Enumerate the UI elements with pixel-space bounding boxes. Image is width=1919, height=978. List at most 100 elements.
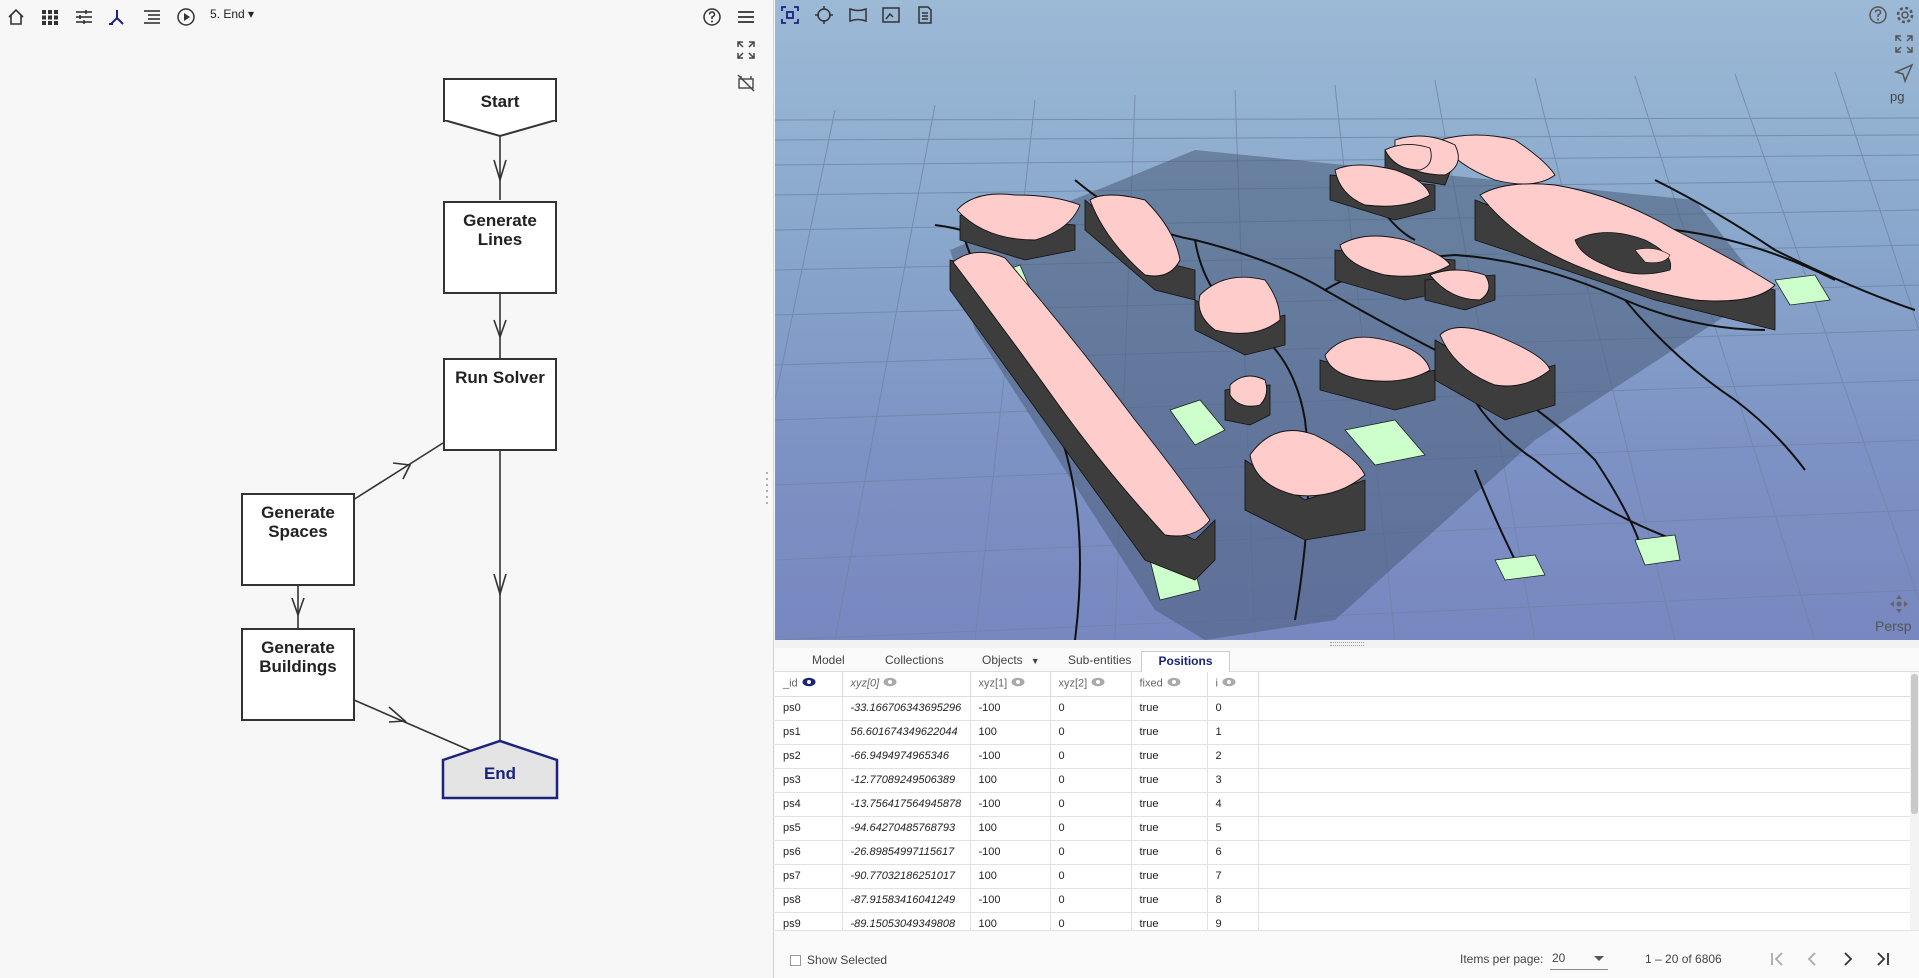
items-per-page-select[interactable]: 20 — [1550, 948, 1608, 970]
node-generate-lines[interactable]: Generate Lines — [443, 201, 557, 294]
navigate-icon[interactable] — [1892, 61, 1916, 85]
table-cell-fixed: true — [1131, 840, 1208, 865]
view-plane-icon[interactable] — [846, 3, 870, 27]
attribute-tabs: Model Collections Objects ▼ Sub-entities … — [775, 648, 1919, 672]
show-selected-label: Show Selected — [807, 953, 888, 967]
document-icon[interactable] — [913, 3, 937, 27]
node-start[interactable]: Start — [443, 78, 557, 122]
table-cell-xyz2: 0 — [1050, 816, 1132, 841]
eye-icon[interactable] — [1011, 677, 1025, 690]
column-header-fixed[interactable]: fixed — [1131, 672, 1208, 697]
column-header-i-label: i — [1215, 677, 1218, 690]
eye-icon[interactable] — [1222, 677, 1236, 690]
table-cell-spacer — [1258, 888, 1919, 913]
table-row[interactable]: ps8 -87.91583416041249 -100 0 true 8 — [775, 888, 1919, 913]
table-cell-id: ps7 — [775, 864, 843, 889]
table-cell-i: 3 — [1207, 768, 1259, 793]
screenshot-icon[interactable] — [879, 3, 903, 27]
node-run-solver[interactable]: Run Solver — [443, 358, 557, 451]
table-row[interactable]: ps1 56.601674349622044 100 0 true 1 — [775, 720, 1919, 745]
node-generate-spaces[interactable]: Generate Spaces — [241, 493, 355, 586]
tab-positions[interactable]: Positions — [1141, 651, 1230, 672]
table-row[interactable]: ps0 -33.166706343695296 -100 0 true 0 — [775, 696, 1919, 721]
column-header-xyz2[interactable]: xyz[2] — [1050, 672, 1132, 697]
table-row[interactable]: ps9 -89.15053049349808 100 0 true 9 — [775, 912, 1919, 930]
table-cell-id: ps0 — [775, 696, 843, 721]
table-cell-xyz2: 0 — [1050, 720, 1132, 745]
eye-icon[interactable] — [883, 677, 897, 690]
help-icon[interactable] — [1866, 3, 1890, 27]
column-header-xyz1-label: xyz[1] — [978, 677, 1008, 690]
tab-sub-entities[interactable]: Sub-entities — [1062, 651, 1137, 672]
eye-icon[interactable] — [1167, 677, 1181, 690]
crosshair-icon[interactable] — [812, 3, 836, 27]
table-row[interactable]: ps3 -12.77089249506389 100 0 true 3 — [775, 768, 1919, 793]
table-header-row: _id xyz[0] xyz[1] xyz[2] fixed i — [775, 672, 1919, 697]
first-page-icon — [1771, 952, 1783, 966]
table-cell-id: ps6 — [775, 840, 843, 865]
table-cell-xyz0: 56.601674349622044 — [842, 720, 971, 745]
column-header-xyz0[interactable]: xyz[0] — [842, 672, 971, 697]
checkbox-box[interactable] — [790, 954, 801, 966]
perspective-toggle[interactable]: Persp — [1875, 618, 1912, 634]
horizontal-resize-handle[interactable] — [1330, 642, 1364, 646]
table-cell-xyz2: 0 — [1050, 696, 1132, 721]
table-cell-xyz1: 100 — [970, 768, 1051, 793]
last-page-button[interactable] — [1867, 944, 1897, 974]
panel-resize-handle[interactable] — [764, 470, 770, 510]
table-row[interactable]: ps5 -94.64270485768793 100 0 true 5 — [775, 816, 1919, 841]
table-cell-xyz0: -26.89854997115617 — [842, 840, 971, 865]
pan-icon[interactable] — [1887, 592, 1911, 616]
table-cell-xyz1: -100 — [970, 840, 1051, 865]
next-page-button[interactable] — [1833, 944, 1863, 974]
chevron-left-icon — [1807, 952, 1816, 966]
positions-table: _id xyz[0] xyz[1] xyz[2] fixed i ps0 -33.… — [775, 672, 1919, 930]
table-cell-xyz2: 0 — [1050, 792, 1132, 817]
column-header-id[interactable]: _id — [775, 672, 843, 697]
table-scrollbar-thumb[interactable] — [1911, 674, 1918, 814]
zoom-fit-icon[interactable] — [778, 3, 802, 27]
table-cell-i: 8 — [1207, 888, 1259, 913]
table-cell-spacer — [1258, 840, 1919, 865]
table-cell-spacer — [1258, 912, 1919, 930]
table-cell-xyz1: -100 — [970, 744, 1051, 769]
fullscreen-icon[interactable] — [1892, 32, 1916, 56]
items-per-page-value: 20 — [1552, 951, 1566, 965]
column-header-xyz1[interactable]: xyz[1] — [970, 672, 1051, 697]
first-page-button[interactable] — [1763, 944, 1793, 974]
table-cell-xyz2: 0 — [1050, 864, 1132, 889]
table-cell-fixed: true — [1131, 696, 1208, 721]
node-generate-buildings[interactable]: Generate Buildings — [241, 628, 355, 721]
eye-icon[interactable] — [1091, 677, 1105, 690]
flowchart-connectors — [291, 135, 507, 754]
table-cell-id: ps8 — [775, 888, 843, 913]
chevron-down-icon — [1594, 956, 1604, 961]
table-cell-id: ps4 — [775, 792, 843, 817]
tab-model[interactable]: Model — [806, 651, 851, 672]
tab-model-label: Model — [812, 653, 845, 667]
previous-page-button[interactable] — [1797, 944, 1827, 974]
table-cell-xyz0: -90.77032186251017 — [842, 864, 971, 889]
pg-label: pg — [1890, 89, 1905, 104]
table-row[interactable]: ps2 -66.9494974965346 -100 0 true 2 — [775, 744, 1919, 769]
table-row[interactable]: ps4 -13.756417564945878 -100 0 true 4 — [775, 792, 1919, 817]
column-header-i[interactable]: i — [1207, 672, 1259, 697]
table-cell-xyz0: -12.77089249506389 — [842, 768, 971, 793]
tab-collections[interactable]: Collections — [879, 651, 950, 672]
table-cell-i: 0 — [1207, 696, 1259, 721]
node-generate-lines-label: Generate Lines — [463, 211, 537, 249]
table-cell-i: 5 — [1207, 816, 1259, 841]
show-selected-checkbox[interactable]: Show Selected — [790, 953, 887, 967]
node-start-point — [443, 120, 557, 138]
node-generate-buildings-label: Generate Buildings — [259, 638, 337, 676]
chevron-down-icon: ▼ — [1030, 656, 1040, 666]
3d-viewer[interactable] — [775, 0, 1919, 640]
tab-objects[interactable]: Objects ▼ — [976, 651, 1046, 672]
table-row[interactable]: ps7 -90.77032186251017 100 0 true 7 — [775, 864, 1919, 889]
table-cell-xyz2: 0 — [1050, 888, 1132, 913]
eye-icon[interactable] — [802, 677, 816, 690]
table-row[interactable]: ps6 -26.89854997115617 -100 0 true 6 — [775, 840, 1919, 865]
settings-icon[interactable] — [1893, 3, 1917, 27]
column-header-id-label: _id — [783, 677, 798, 690]
table-cell-id: ps3 — [775, 768, 843, 793]
